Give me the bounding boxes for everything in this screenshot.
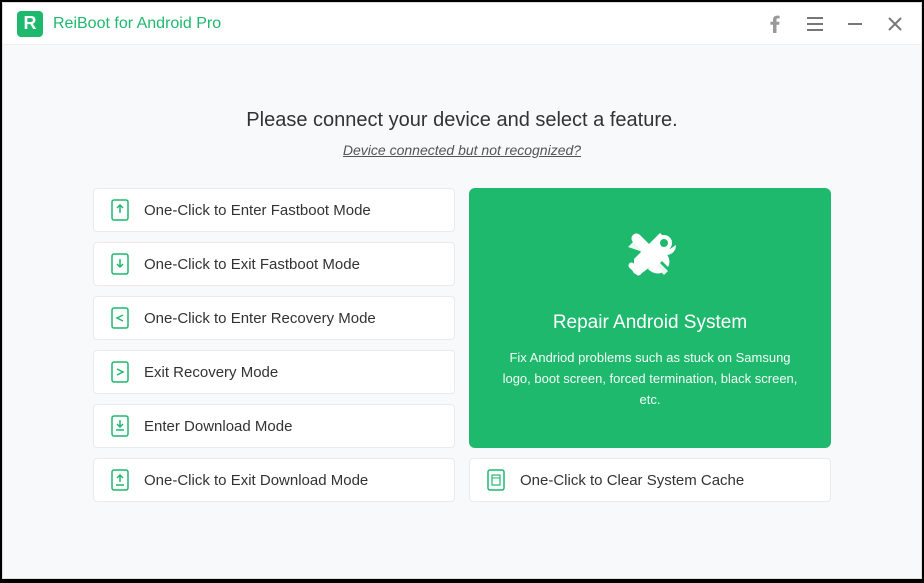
titlebar: R ReiBoot for Android Pro — [3, 3, 921, 45]
feature-grid: One-Click to Enter Fastboot Mode One-Cli… — [93, 188, 831, 502]
minimize-button[interactable] — [837, 6, 873, 42]
option-label: One-Click to Exit Fastboot Mode — [144, 256, 360, 273]
option-label: One-Click to Enter Recovery Mode — [144, 310, 376, 327]
facebook-icon — [770, 15, 780, 33]
exit-recovery-icon — [110, 360, 130, 384]
close-icon — [888, 17, 902, 31]
device-not-recognized-link[interactable]: Device connected but not recognized? — [343, 142, 581, 158]
facebook-button[interactable] — [757, 6, 793, 42]
option-label: Enter Download Mode — [144, 418, 292, 435]
app-logo-icon: R — [17, 11, 43, 37]
clear-cache-button[interactable]: One-Click to Clear System Cache — [469, 458, 831, 502]
enter-recovery-icon — [110, 306, 130, 330]
enter-fastboot-button[interactable]: One-Click to Enter Fastboot Mode — [93, 188, 455, 232]
exit-recovery-button[interactable]: Exit Recovery Mode — [93, 350, 455, 394]
exit-fastboot-icon — [110, 252, 130, 276]
titlebar-buttons — [757, 6, 913, 42]
headline: Please connect your device and select a … — [246, 109, 677, 132]
option-label: One-Click to Clear System Cache — [520, 472, 744, 489]
menu-icon — [807, 17, 823, 31]
repair-title: Repair Android System — [553, 312, 747, 334]
option-label: One-Click to Enter Fastboot Mode — [144, 202, 371, 219]
menu-button[interactable] — [797, 6, 833, 42]
close-button[interactable] — [877, 6, 913, 42]
clear-cache-icon — [486, 468, 506, 492]
app-title: ReiBoot for Android Pro — [53, 15, 757, 33]
enter-download-button[interactable]: Enter Download Mode — [93, 404, 455, 448]
main-content: Please connect your device and select a … — [3, 45, 921, 578]
option-label: Exit Recovery Mode — [144, 364, 278, 381]
exit-download-icon — [110, 468, 130, 492]
repair-description: Fix Andriod problems such as stuck on Sa… — [497, 348, 803, 410]
repair-system-card[interactable]: Repair Android System Fix Andriod proble… — [469, 188, 831, 448]
enter-recovery-button[interactable]: One-Click to Enter Recovery Mode — [93, 296, 455, 340]
exit-download-button[interactable]: One-Click to Exit Download Mode — [93, 458, 455, 502]
enter-fastboot-icon — [110, 198, 130, 222]
right-column: Repair Android System Fix Andriod proble… — [469, 188, 831, 502]
minimize-icon — [848, 17, 862, 31]
enter-download-icon — [110, 414, 130, 438]
exit-fastboot-button[interactable]: One-Click to Exit Fastboot Mode — [93, 242, 455, 286]
tools-icon — [622, 225, 678, 286]
app-window: R ReiBoot for Android Pro — [2, 2, 922, 579]
left-column: One-Click to Enter Fastboot Mode One-Cli… — [93, 188, 455, 502]
option-label: One-Click to Exit Download Mode — [144, 472, 368, 489]
